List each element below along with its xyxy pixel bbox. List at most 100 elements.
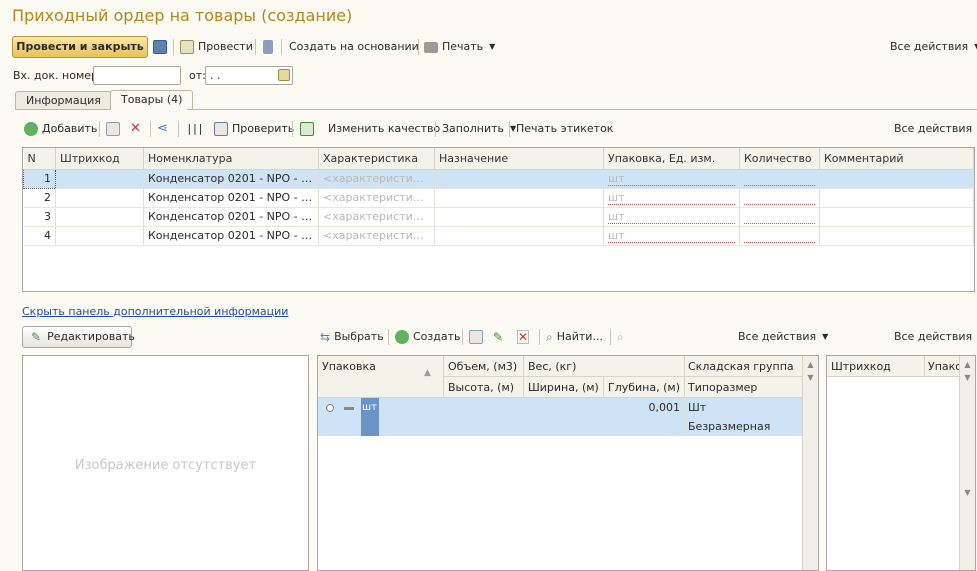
row-quantity[interactable]: [739, 207, 820, 227]
table-row[interactable]: шт 0,001 Шт Безразмерная: [318, 398, 802, 436]
column-header-depth[interactable]: Глубина, (м): [608, 381, 680, 394]
goods-table[interactable]: N Штрихкод Номенклатура Характеристика Н…: [22, 147, 975, 292]
row-item[interactable]: Конденсатор 0201 - NPO - 1,8 п...: [143, 169, 319, 189]
check-button[interactable]: Проверить: [214, 120, 294, 138]
create-based-on-button[interactable]: Создать на основании ▼: [289, 38, 431, 56]
row-quantity[interactable]: [739, 188, 820, 208]
row-pack[interactable]: шт: [603, 226, 740, 246]
column-header-width[interactable]: Ширина, (м): [528, 381, 599, 394]
print-button[interactable]: Печать ▼: [424, 38, 495, 56]
all-actions-menu[interactable]: Все действия ▼: [890, 38, 977, 56]
goods-all-actions-menu[interactable]: Все действия ▼: [894, 120, 977, 138]
create-button[interactable]: Создать: [395, 328, 461, 346]
hide-info-panel-link[interactable]: Скрыть панель дополнительной информации: [22, 305, 288, 318]
mark-delete-button[interactable]: ✕: [517, 328, 530, 346]
copy-pack-button[interactable]: [469, 328, 483, 346]
row-comment[interactable]: [819, 207, 974, 227]
column-header-height[interactable]: Высота, (м): [448, 381, 514, 394]
row-quantity[interactable]: [739, 169, 820, 189]
split-row-button[interactable]: ⋖: [157, 120, 168, 138]
column-header-comment[interactable]: Комментарий: [819, 148, 974, 170]
row-comment[interactable]: [819, 188, 974, 208]
barcode-all-actions-menu[interactable]: Все действия ▼: [894, 328, 977, 346]
row-purpose[interactable]: [434, 169, 604, 189]
row-characteristic[interactable]: <характеристики н...: [318, 169, 435, 189]
table-row[interactable]: 4 Конденсатор 0201 - NPO - 2,7 п... <хар…: [23, 226, 974, 246]
column-header-volume[interactable]: Объем, (м3): [448, 360, 517, 373]
barcode-scan-button[interactable]: |||: [186, 120, 204, 138]
row-item[interactable]: Конденсатор 0201 - NPO - 2,7 п...: [143, 226, 319, 246]
print-labels-button[interactable]: Печать этикеток: [516, 120, 613, 138]
row-comment[interactable]: [819, 169, 974, 189]
scroll-up-icon[interactable]: ▲: [803, 360, 818, 369]
row-characteristic[interactable]: <характеристики н...: [318, 207, 435, 227]
row-pack[interactable]: шт: [603, 169, 740, 189]
row-characteristic[interactable]: <характеристики н...: [318, 226, 435, 246]
column-header-purpose[interactable]: Назначение: [434, 148, 604, 170]
radio-icon[interactable]: [326, 404, 334, 412]
barcode-table[interactable]: Штрихкод Упако ▲ ▼ ▼: [826, 355, 976, 571]
fill-menu[interactable]: Заполнить ▼: [442, 120, 516, 138]
row-barcode[interactable]: [55, 169, 144, 189]
document-structure-button[interactable]: [263, 38, 273, 56]
row-characteristic[interactable]: <характеристики н...: [318, 188, 435, 208]
row-barcode[interactable]: [55, 207, 144, 227]
table-row[interactable]: 2 Конденсатор 0201 - NPO - 100 ... <хара…: [23, 188, 974, 208]
row-purpose[interactable]: [434, 226, 604, 246]
row-pack[interactable]: шт: [603, 207, 740, 227]
row-pack[interactable]: шт: [603, 188, 740, 208]
row-barcode[interactable]: [55, 188, 144, 208]
date-field[interactable]: . .: [205, 66, 293, 85]
column-divider: [684, 398, 685, 436]
column-header-barcode[interactable]: Штрихкод: [55, 148, 144, 170]
doc-number-field[interactable]: [93, 66, 181, 85]
column-header-barcode[interactable]: Штрихкод: [831, 360, 891, 373]
edit-button[interactable]: ✎ Редактировать: [22, 326, 135, 348]
column-header-characteristic[interactable]: Характеристика: [318, 148, 435, 170]
calendar-icon[interactable]: [278, 69, 290, 81]
column-header-size[interactable]: Типоразмер: [688, 381, 757, 394]
scroll-down-icon[interactable]: ▼: [960, 373, 975, 382]
pack-table[interactable]: Упаковка ▲ Объем, (м3) Вес, (кг) Складск…: [317, 355, 819, 571]
edit-pack-button[interactable]: ✎: [493, 328, 503, 346]
barcode-table-scrollbar[interactable]: ▲ ▼ ▼: [959, 356, 975, 570]
save-button[interactable]: [153, 38, 167, 56]
scroll-down-icon[interactable]: ▼: [960, 488, 975, 497]
column-header-pack[interactable]: Упаковка: [322, 360, 376, 373]
row-purpose[interactable]: [434, 207, 604, 227]
tab-information[interactable]: Информация: [15, 91, 112, 110]
row-item[interactable]: Конденсатор 0201 - NPO - 100 ...: [143, 188, 319, 208]
copy-button[interactable]: [106, 120, 120, 138]
row-item[interactable]: Конденсатор 0201 - NPO - 15 пФ: [143, 207, 319, 227]
post-button[interactable]: Провести: [180, 38, 253, 56]
column-header-quantity[interactable]: Количество: [739, 148, 820, 170]
pack-all-actions-menu[interactable]: Все действия ▼: [738, 328, 828, 346]
pack-table-scrollbar[interactable]: ▲ ▼: [802, 356, 818, 570]
scroll-up-icon[interactable]: ▲: [960, 360, 975, 369]
row-comment[interactable]: [819, 226, 974, 246]
column-header-group[interactable]: Складская группа: [688, 360, 794, 373]
table-settings-button[interactable]: [300, 120, 314, 138]
select-icon: ⇆: [320, 330, 331, 344]
table-row[interactable]: 1 Конденсатор 0201 - NPO - 1,8 п... <хар…: [23, 168, 974, 189]
column-header-item[interactable]: Номенклатура: [143, 148, 319, 170]
column-header-n[interactable]: N: [23, 148, 56, 170]
cancel-search-button[interactable]: ⌕: [617, 328, 624, 346]
row-pack-value: шт: [608, 191, 735, 205]
table-row[interactable]: 3 Конденсатор 0201 - NPO - 15 пФ <характ…: [23, 207, 974, 227]
column-header-pack[interactable]: Упаковка, Ед. изм.: [603, 148, 740, 170]
tab-goods[interactable]: Товары (4): [110, 90, 194, 110]
row-quantity[interactable]: [739, 226, 820, 246]
column-header-pack[interactable]: Упако: [928, 360, 961, 373]
add-button[interactable]: Добавить: [24, 120, 97, 138]
post-and-close-button[interactable]: Провести и закрыть: [12, 36, 148, 58]
row-purpose[interactable]: [434, 188, 604, 208]
scroll-down-icon[interactable]: ▼: [803, 373, 818, 382]
row-barcode[interactable]: [55, 226, 144, 246]
delete-button[interactable]: ✕: [130, 120, 141, 138]
find-button[interactable]: ⌕ Найти...: [546, 328, 603, 346]
column-header-weight[interactable]: Вес, (кг): [528, 360, 576, 373]
select-button[interactable]: ⇆ Выбрать: [320, 328, 384, 346]
table-icon: [300, 122, 314, 136]
change-quality-button[interactable]: Изменить качество: [328, 120, 440, 138]
